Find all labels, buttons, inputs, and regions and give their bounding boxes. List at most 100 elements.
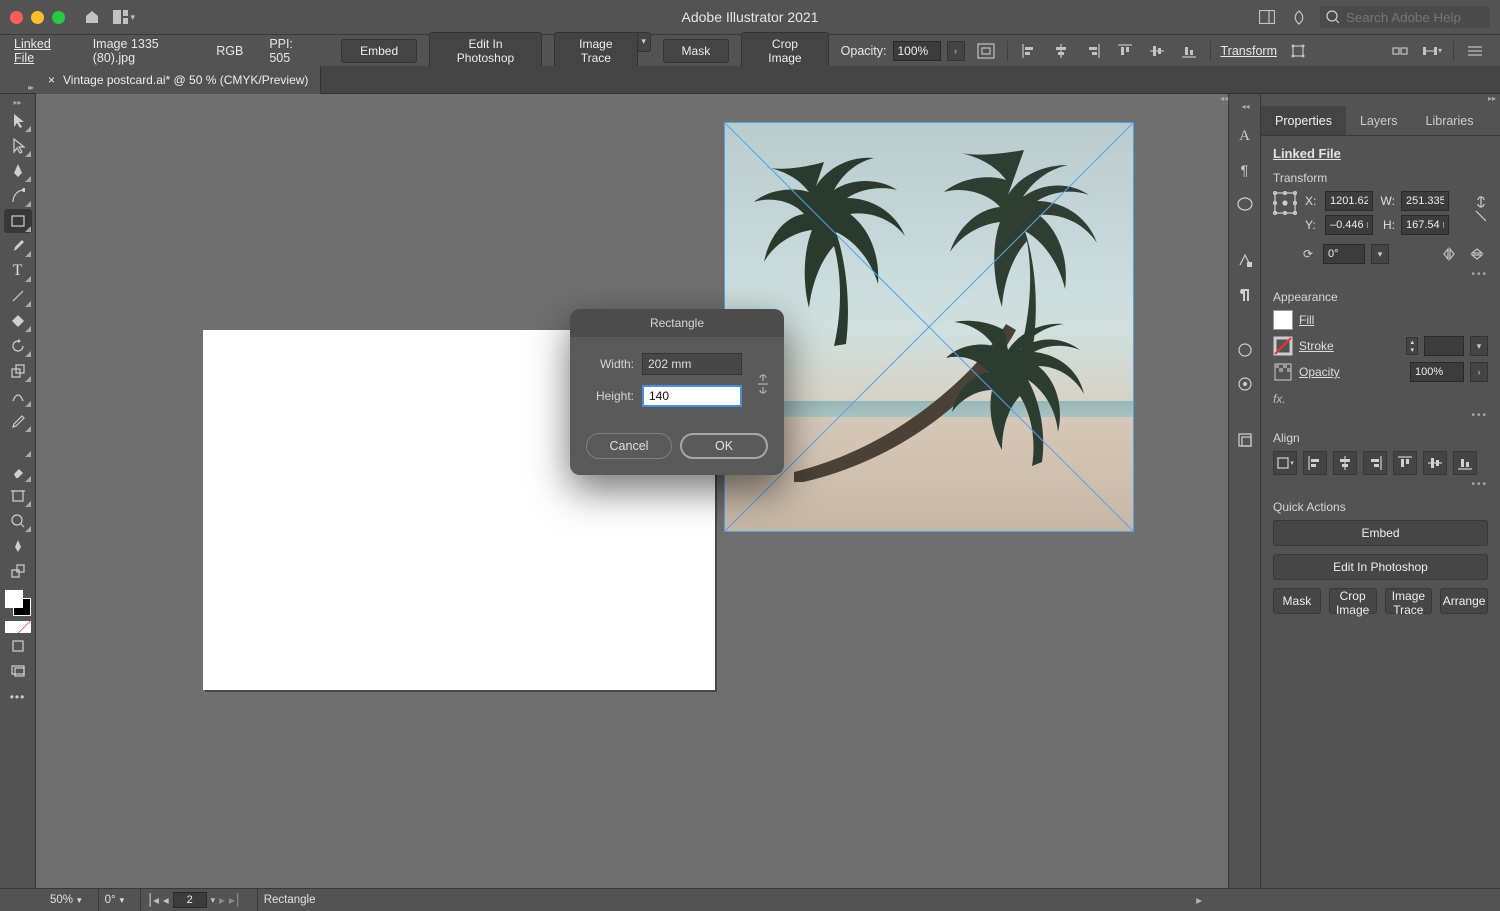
align-more[interactable]: ••• — [1273, 479, 1488, 490]
rotate-tool[interactable] — [4, 334, 32, 358]
reference-point-icon[interactable] — [1273, 191, 1297, 215]
height-input[interactable] — [642, 385, 742, 407]
snap-icon[interactable] — [1389, 40, 1411, 62]
x-input[interactable] — [1325, 191, 1373, 211]
appearance-more[interactable]: ••• — [1273, 410, 1488, 421]
hand-tool-pin[interactable] — [4, 534, 32, 558]
qa-image-trace-button[interactable]: Image Trace — [1385, 588, 1433, 614]
tab-layers[interactable]: Layers — [1346, 106, 1412, 135]
expand-tools-icon[interactable] — [0, 66, 36, 94]
shape-builder-tool[interactable] — [4, 309, 32, 333]
cancel-button[interactable]: Cancel — [586, 433, 672, 459]
constrain-proportions-icon[interactable] — [756, 373, 770, 395]
scale-tool[interactable] — [4, 359, 32, 383]
stroke-weight-input[interactable] — [1424, 336, 1464, 356]
qa-embed-button[interactable]: Embed — [1273, 520, 1488, 546]
search-help-input[interactable] — [1320, 6, 1490, 28]
opacity-panel-input[interactable] — [1410, 362, 1464, 382]
qa-arrange-button[interactable]: Arrange — [1440, 588, 1488, 614]
arrange-docs-icon[interactable]: ▾ — [113, 6, 135, 28]
stroke-swatch[interactable] — [1273, 336, 1293, 356]
fill-label[interactable]: Fill — [1299, 313, 1314, 327]
gradient-tool[interactable] — [4, 434, 32, 458]
paragraph-panel-icon[interactable]: ¶ — [1233, 158, 1257, 182]
angle-input[interactable] — [1323, 244, 1365, 264]
selection-type[interactable]: Linked File — [1273, 146, 1488, 161]
opacity-panel-dropdown[interactable]: › — [1470, 362, 1488, 382]
qa-edit-in-button[interactable]: Edit In Photoshop — [1273, 554, 1488, 580]
direct-selection-tool[interactable] — [4, 134, 32, 158]
canvas[interactable]: ◂◂ Rectangle Width: Height: — [36, 94, 1228, 888]
artboard-number[interactable] — [173, 892, 207, 908]
stroke-label[interactable]: Stroke — [1299, 339, 1334, 353]
appearance-panel-icon[interactable] — [1233, 338, 1257, 362]
panel-align-top-icon[interactable] — [1393, 451, 1417, 475]
panel-align-vcenter-icon[interactable] — [1423, 451, 1447, 475]
h-input[interactable] — [1401, 215, 1449, 235]
distribute-icon[interactable]: ▾ — [1421, 40, 1443, 62]
align-vcenter-icon[interactable] — [1146, 40, 1168, 62]
artboard-tool[interactable] — [4, 484, 32, 508]
crop-image-button[interactable]: Crop Image — [741, 32, 828, 70]
prev-artboard-icon[interactable]: ◂ — [163, 893, 169, 907]
opacity-dropdown[interactable]: › — [947, 41, 965, 61]
window-close-button[interactable] — [10, 11, 23, 24]
lock-aspect-icon[interactable] — [1474, 191, 1488, 231]
zoom-tool[interactable] — [4, 509, 32, 533]
draw-mode-icon[interactable] — [4, 634, 32, 658]
transform-handles-icon[interactable] — [1287, 40, 1309, 62]
selection-type-label[interactable]: Linked File — [14, 37, 67, 65]
rectangle-tool[interactable] — [4, 209, 32, 233]
menu-icon[interactable] — [1464, 40, 1486, 62]
window-max-button[interactable] — [52, 11, 65, 24]
edit-in-photoshop-button[interactable]: Edit In Photoshop — [429, 32, 542, 70]
align-to-icon[interactable]: ▾ — [1273, 451, 1297, 475]
angle-dropdown[interactable]: ▾ — [1371, 244, 1389, 264]
eraser-tool[interactable] — [4, 459, 32, 483]
ok-button[interactable]: OK — [680, 433, 768, 459]
align-top-icon[interactable] — [1114, 40, 1136, 62]
home-icon[interactable] — [81, 6, 103, 28]
char-styles-panel-icon[interactable] — [1233, 248, 1257, 272]
placed-image[interactable] — [724, 122, 1134, 532]
fill-swatch[interactable] — [1273, 310, 1293, 330]
edit-toolbar-icon[interactable]: ••• — [10, 690, 26, 704]
panel-align-right-icon[interactable] — [1363, 451, 1387, 475]
type-tool[interactable]: T — [4, 259, 32, 283]
align-left-icon[interactable] — [1018, 40, 1040, 62]
brush-tool[interactable] — [4, 234, 32, 258]
flip-v-icon[interactable] — [1466, 243, 1488, 265]
document-tab[interactable]: × Vintage postcard.ai* @ 50 % (CMYK/Prev… — [36, 66, 321, 94]
workspace-icon[interactable] — [1256, 6, 1278, 28]
status-play-icon[interactable]: ▸ — [1196, 893, 1202, 907]
tab-libraries[interactable]: Libraries — [1412, 106, 1488, 135]
opacity-panel-label[interactable]: Opacity — [1299, 365, 1340, 379]
y-input[interactable] — [1325, 215, 1373, 235]
character-panel-icon[interactable]: A — [1233, 124, 1257, 148]
image-trace-dropdown[interactable]: ▾ — [638, 32, 651, 52]
stroke-weight-dropdown[interactable]: ▾ — [1470, 336, 1488, 356]
qa-crop-button[interactable]: Crop Image — [1329, 588, 1377, 614]
flip-h-icon[interactable] — [1438, 243, 1460, 265]
zoom-level[interactable]: 50% — [50, 894, 73, 906]
learn-icon[interactable] — [1288, 6, 1310, 28]
isolate-icon[interactable] — [975, 40, 997, 62]
screen-mode-icon[interactable] — [4, 659, 32, 683]
close-tab-icon[interactable]: × — [48, 73, 55, 87]
image-trace-button[interactable]: Image Trace — [554, 32, 638, 70]
zoom-dropdown[interactable]: ▾ — [77, 895, 82, 906]
rotation-dropdown[interactable]: ▾ — [120, 895, 125, 906]
para-styles-panel-icon[interactable] — [1233, 282, 1257, 306]
selection-tool[interactable] — [4, 109, 32, 133]
embed-button[interactable]: Embed — [341, 39, 417, 63]
rotation-angle[interactable]: 0° — [105, 894, 116, 906]
align-right-icon[interactable] — [1082, 40, 1104, 62]
align-bottom-icon[interactable] — [1178, 40, 1200, 62]
transform-link[interactable]: Transform — [1221, 44, 1278, 58]
swap-fill-stroke[interactable] — [4, 559, 32, 583]
width-input[interactable] — [642, 353, 742, 375]
artboard-dropdown[interactable]: ▾ — [211, 895, 216, 906]
layers-panel-icon[interactable] — [1233, 372, 1257, 396]
qa-mask-button[interactable]: Mask — [1273, 588, 1321, 614]
artboards-panel-icon[interactable] — [1233, 428, 1257, 452]
